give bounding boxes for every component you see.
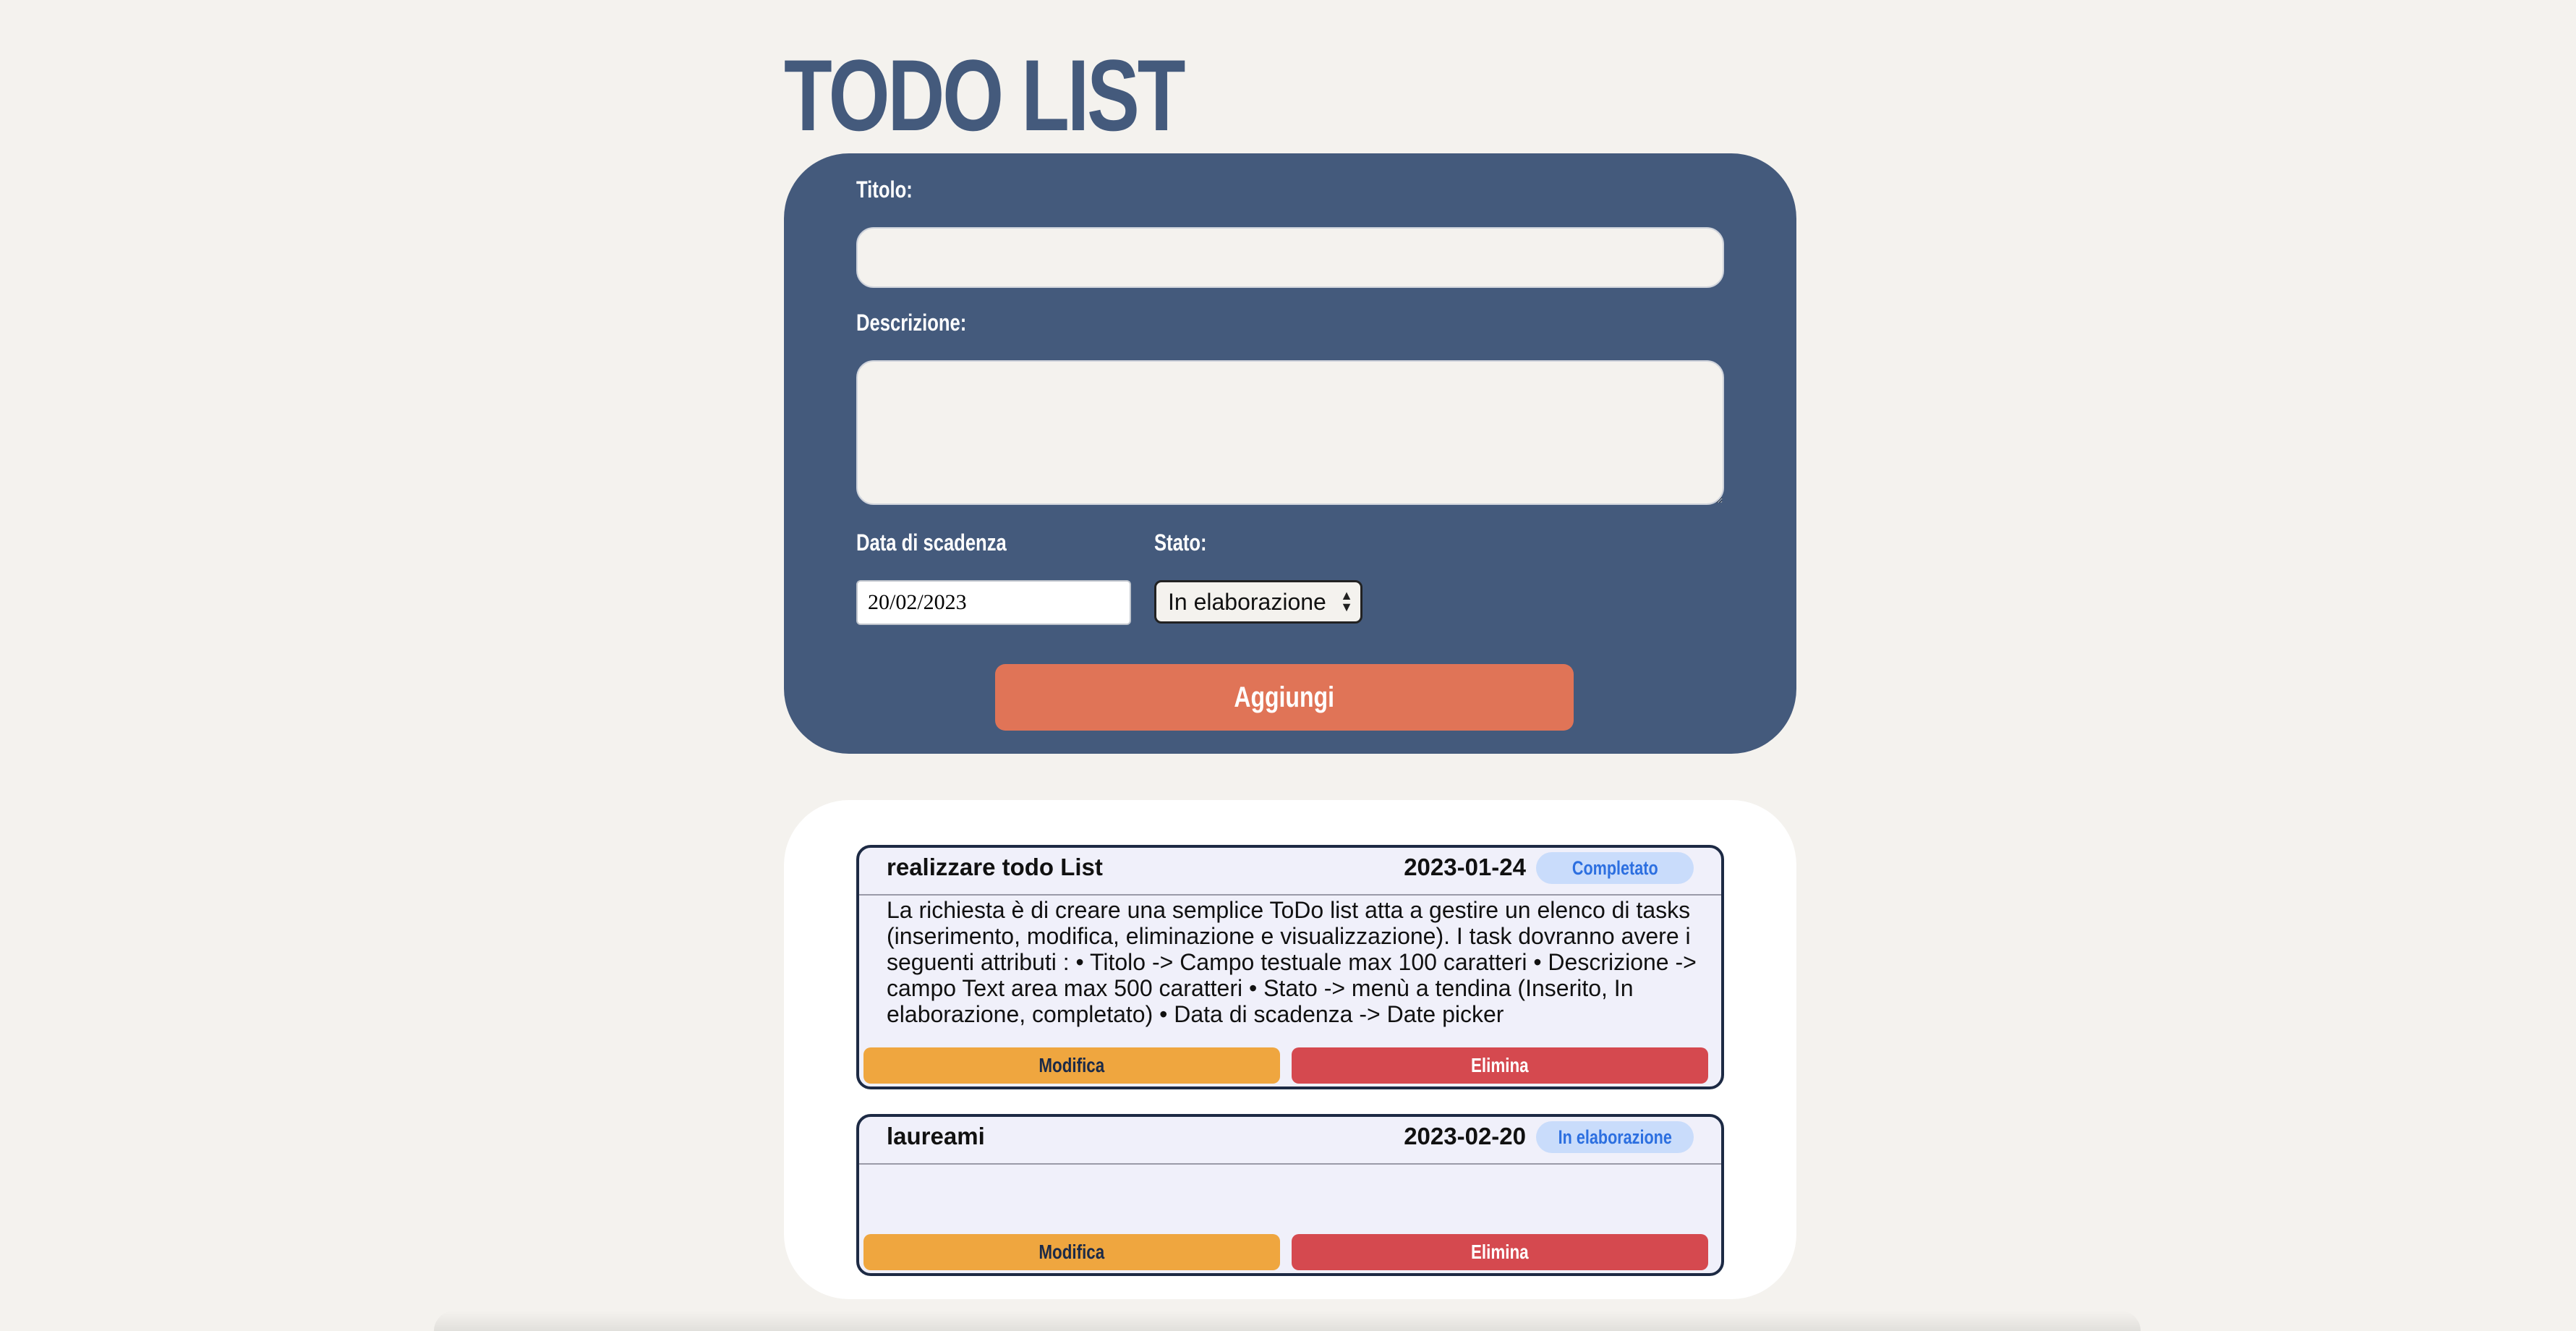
- edit-button-label: Modifica: [1038, 1054, 1105, 1076]
- edit-button[interactable]: Modifica: [863, 1234, 1280, 1270]
- todo-description: La richiesta è di creare una semplice To…: [887, 897, 1697, 1027]
- status-badge: In elaborazione: [1536, 1121, 1694, 1153]
- status-select-value: In elaborazione: [1168, 589, 1326, 615]
- card-divider: [859, 1163, 1721, 1165]
- title-input[interactable]: [856, 227, 1724, 288]
- up-down-arrows-icon: ▲ ▼: [1340, 588, 1353, 614]
- description-label: Descrizione:: [856, 310, 967, 336]
- status-select[interactable]: In elaborazione ▲ ▼: [1154, 580, 1362, 624]
- todo-card: realizzare todo List 2023-01-24 Completa…: [856, 845, 1724, 1089]
- edit-button-label: Modifica: [1038, 1241, 1105, 1263]
- status-badge-label: In elaborazione: [1558, 1126, 1672, 1148]
- delete-button-label: Elimina: [1471, 1241, 1529, 1263]
- title-label: Titolo:: [856, 177, 913, 203]
- todo-list: realizzare todo List 2023-01-24 Completa…: [784, 800, 1796, 1299]
- todo-card: laureami 2023-02-20 In elaborazione Modi…: [856, 1114, 1724, 1276]
- todo-title: realizzare todo List: [887, 854, 1103, 880]
- footer-shadow: [434, 1311, 2141, 1331]
- todo-date: 2023-01-24: [1404, 854, 1526, 880]
- delete-button[interactable]: Elimina: [1292, 1047, 1708, 1084]
- todo-title: laureami: [887, 1123, 985, 1149]
- status-badge: Completato: [1536, 852, 1694, 884]
- delete-button[interactable]: Elimina: [1292, 1234, 1708, 1270]
- edit-button[interactable]: Modifica: [863, 1047, 1280, 1084]
- description-textarea[interactable]: [856, 360, 1724, 505]
- delete-button-label: Elimina: [1471, 1054, 1529, 1076]
- add-button[interactable]: Aggiungi: [995, 664, 1574, 731]
- add-button-label: Aggiungi: [1234, 681, 1335, 713]
- todo-date: 2023-02-20: [1404, 1123, 1526, 1149]
- todo-form: Titolo: Descrizione: Data di scadenza 20…: [784, 153, 1796, 754]
- status-label: Stato:: [1154, 530, 1207, 556]
- due-date-input[interactable]: 20/02/2023: [856, 580, 1131, 625]
- due-date-label: Data di scadenza: [856, 530, 1007, 556]
- page-title: TODO LIST: [784, 38, 1185, 152]
- card-divider: [859, 894, 1721, 896]
- status-badge-label: Completato: [1571, 857, 1658, 879]
